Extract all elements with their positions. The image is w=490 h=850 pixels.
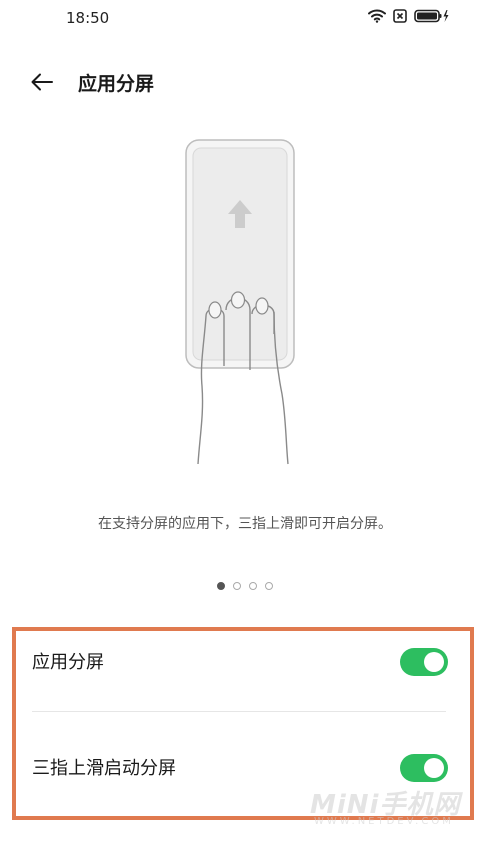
page-title: 应用分屏 bbox=[78, 73, 155, 95]
pagination-dot[interactable] bbox=[217, 582, 225, 590]
pagination-dot[interactable] bbox=[233, 582, 241, 590]
status-icons bbox=[368, 9, 450, 23]
pagination-dot[interactable] bbox=[265, 582, 273, 590]
battery-charging-icon bbox=[414, 9, 449, 23]
pagination-dots bbox=[0, 582, 490, 590]
status-bar: 18:50 bbox=[0, 0, 490, 36]
setting-label: 应用分屏 bbox=[32, 652, 104, 673]
divider bbox=[32, 711, 446, 712]
toggle-knob bbox=[424, 652, 444, 672]
watermark-logo: MiNi手机网 WWW.NETDEV.COM bbox=[310, 784, 480, 834]
wifi-icon bbox=[368, 9, 386, 23]
watermark-url: WWW.NETDEV.COM bbox=[314, 816, 454, 827]
setting-label: 三指上滑启动分屏 bbox=[32, 758, 176, 779]
pagination-dot[interactable] bbox=[249, 582, 257, 590]
page-header: 应用分屏 bbox=[0, 62, 490, 102]
three-finger-swipe-toggle[interactable] bbox=[400, 754, 448, 782]
sim-blocked-icon bbox=[393, 9, 407, 23]
toggle-knob bbox=[424, 758, 444, 778]
split-screen-toggle[interactable] bbox=[400, 648, 448, 676]
three-finger-swipe-up-illustration bbox=[185, 139, 295, 465]
feature-description: 在支持分屏的应用下，三指上滑即可开启分屏。 bbox=[98, 516, 392, 532]
setting-row-split-screen[interactable]: 应用分屏 bbox=[32, 632, 452, 688]
status-time: 18:50 bbox=[66, 9, 110, 27]
arrow-left-icon[interactable] bbox=[28, 68, 56, 96]
